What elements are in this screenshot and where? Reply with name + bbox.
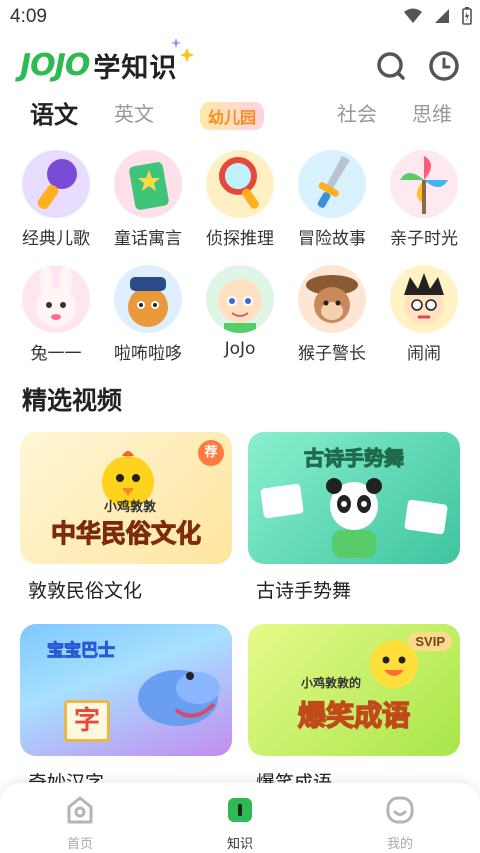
signal-icon — [435, 9, 449, 23]
video-card-poem-dance[interactable]: 古诗手势舞 古诗手势舞 — [248, 432, 460, 603]
panda-character — [326, 478, 382, 558]
sparkle-icon — [171, 38, 194, 62]
thumbnail-title: 爆笑成语 — [297, 698, 411, 733]
recommend-badge: 荐 — [198, 440, 224, 466]
status-bar: 4:09 — [0, 0, 480, 34]
video-card-folk-culture[interactable]: 小鸡敦敦 中华民俗文化 荐 敦敦民俗文化 — [20, 432, 232, 603]
thumbnail-title: 宝宝巴士 — [47, 641, 116, 662]
thumbnail-subtitle: 小鸡敦敦的 — [300, 676, 361, 690]
character-tile: 字 — [64, 700, 110, 742]
home-icon — [67, 796, 93, 824]
category-label: 侦探推理 — [206, 229, 274, 249]
search-button[interactable] — [375, 50, 407, 82]
character-monkey-sheriff[interactable]: 猴子警长 — [286, 265, 378, 364]
svip-badge: SVIP — [408, 632, 452, 651]
tab-chinese[interactable]: 语文 — [30, 95, 78, 130]
nav-label: 首页 — [66, 837, 93, 852]
nav-label: 知识 — [226, 837, 253, 852]
category-label: 经典儿歌 — [22, 229, 90, 249]
nav-profile[interactable]: 我的 — [360, 793, 440, 852]
category-label: 亲子时光 — [390, 229, 458, 249]
category-adventure[interactable]: 冒险故事 — [286, 150, 378, 249]
logo-brand: JOJO — [20, 48, 90, 83]
nav-label: 我的 — [386, 837, 413, 852]
frame-decoration — [404, 499, 448, 535]
category-label: 啦咘啦哆 — [114, 344, 182, 364]
tab-kindergarten[interactable]: 幼儿园 — [200, 102, 265, 130]
category-fairy-tales[interactable]: 童话寓言 — [102, 150, 194, 249]
video-thumbnail: 小鸡敦敦的 爆笑成语 SVIP — [248, 624, 460, 756]
category-label: 闹闹 — [407, 344, 441, 364]
video-thumbnail: 宝宝巴士 字 — [20, 624, 232, 756]
tab-thinking[interactable]: 思维 — [412, 98, 452, 127]
sword-icon — [298, 150, 366, 218]
category-label: 猴子警长 — [298, 344, 366, 364]
search-icon — [377, 52, 405, 80]
profile-face-icon — [386, 796, 414, 824]
naonao-character — [390, 265, 458, 333]
status-icons — [404, 7, 472, 25]
app-logo: JOJO 学知识 — [20, 46, 177, 85]
category-family-time[interactable]: 亲子时光 — [378, 150, 470, 249]
clock-icon — [429, 51, 459, 81]
monkey-detective-character — [298, 265, 366, 333]
magnifier-icon — [206, 150, 274, 218]
microphone-icon — [22, 150, 90, 218]
category-label: JoJo — [224, 339, 256, 359]
tab-english[interactable]: 英文 — [114, 98, 154, 127]
police-dog-character — [114, 265, 182, 333]
thumbnail-subtitle: 小鸡敦敦 — [103, 500, 156, 515]
storybook-icon — [114, 150, 182, 218]
category-label: 冒险故事 — [298, 229, 366, 249]
character-tuyiyi[interactable]: 兔一一 — [10, 265, 102, 364]
video-title: 古诗手势舞 — [256, 580, 352, 602]
thumbnail-title: 古诗手势舞 — [304, 446, 405, 471]
app-header: JOJO 学知识 — [0, 36, 480, 96]
section-title: 精选视频 — [22, 386, 123, 415]
rabbit-character — [22, 265, 90, 333]
video-card-idioms[interactable]: 小鸡敦敦的 爆笑成语 SVIP 爆笑成语 — [248, 624, 460, 795]
video-thumbnail: 小鸡敦敦 中华民俗文化 荐 — [20, 432, 232, 564]
battery-icon — [462, 7, 472, 25]
nav-knowledge[interactable]: 知识 — [200, 793, 280, 852]
hippo-character — [138, 670, 220, 726]
video-card-chinese-characters[interactable]: 宝宝巴士 字 奇妙汉字 — [20, 624, 232, 795]
frame-decoration — [260, 483, 304, 519]
subject-tabs: 语文 英文 幼儿园 社会 思维 — [0, 98, 480, 138]
pinwheel-icon — [390, 150, 458, 218]
character-naonao[interactable]: 闹闹 — [378, 265, 470, 364]
history-button[interactable] — [428, 50, 460, 82]
thumbnail-title: 中华民俗文化 — [50, 519, 201, 549]
character-labuladuo[interactable]: 啦咘啦哆 — [102, 265, 194, 364]
status-time: 4:09 — [10, 6, 47, 27]
bottom-nav: 首页 知识 我的 — [0, 783, 480, 853]
category-classic-songs[interactable]: 经典儿歌 — [10, 150, 102, 249]
jojo-baby-character — [206, 265, 274, 333]
wifi-icon — [404, 8, 422, 23]
character-jojo[interactable]: JoJo — [194, 265, 286, 359]
tab-society[interactable]: 社会 — [337, 98, 377, 127]
video-thumbnail: 古诗手势舞 — [248, 432, 460, 564]
category-label: 兔一一 — [30, 344, 82, 364]
category-label: 童话寓言 — [114, 229, 182, 249]
nav-home[interactable]: 首页 — [40, 793, 120, 852]
category-detective[interactable]: 侦探推理 — [194, 150, 286, 249]
book-icon — [228, 798, 252, 822]
video-title: 敦敦民俗文化 — [28, 580, 143, 602]
logo-title: 学知识 — [93, 53, 178, 84]
